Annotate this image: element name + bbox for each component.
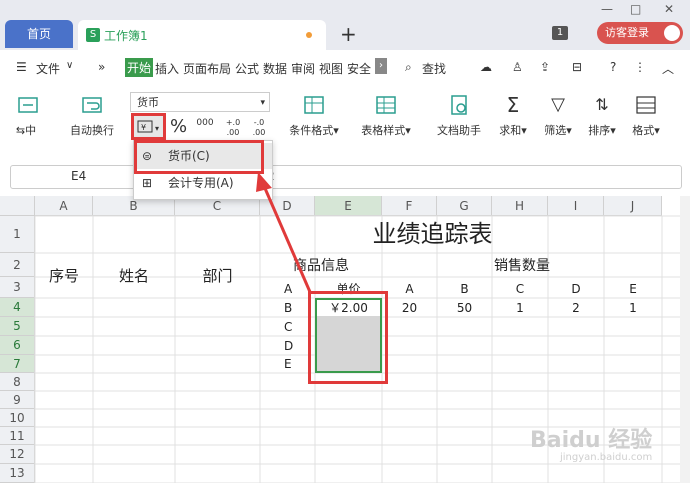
vertical-scrollbar[interactable]: [680, 196, 690, 483]
watermark-url: jingyan.baidu.com: [560, 452, 653, 463]
annotation-arrow: [256, 172, 312, 293]
watermark: Baidu 经验: [530, 428, 653, 453]
